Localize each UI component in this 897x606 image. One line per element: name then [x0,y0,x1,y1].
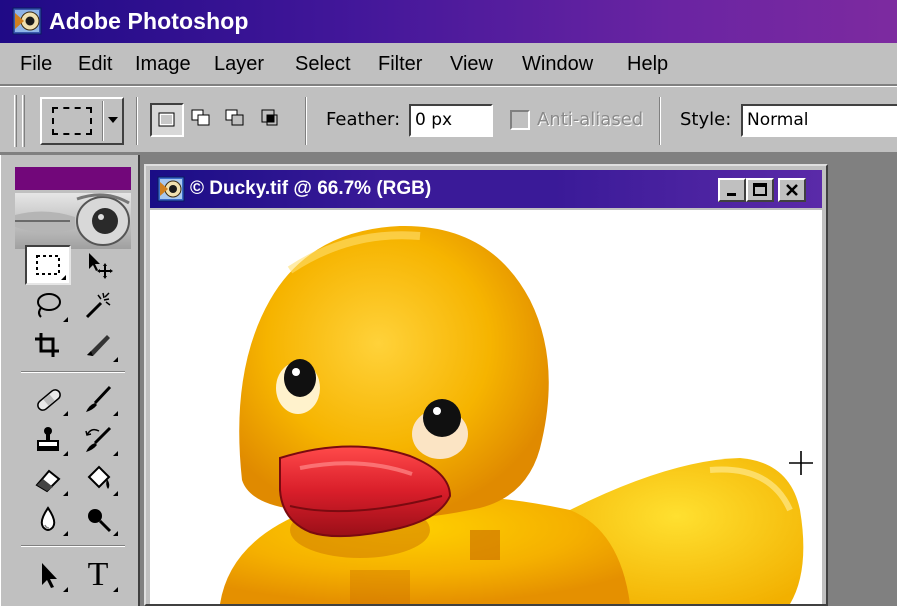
subtract-from-selection-icon [225,109,244,126]
tool-paint-bucket[interactable] [75,459,121,499]
document-icon [157,176,185,202]
tool-crop[interactable] [25,325,71,365]
tool-slice[interactable] [75,325,121,365]
options-bar-grip[interactable] [14,95,17,147]
tool-eraser[interactable] [25,459,71,499]
chevron-down-icon [108,117,118,123]
tool-brush[interactable] [75,379,121,419]
document-canvas[interactable] [150,210,822,604]
menu-window[interactable]: Window [522,49,593,79]
tool-rectangular-marquee[interactable] [25,245,71,285]
style-select[interactable]: Normal [741,104,897,137]
menu-image[interactable]: Image [135,49,191,79]
photoshop-window: Adobe Photoshop File Edit Image Layer Se… [0,0,897,606]
add-to-selection-icon [191,109,210,126]
move-icon [89,253,113,279]
lasso-icon [37,293,61,318]
magic-wand-icon [85,292,111,319]
close-button[interactable] [778,178,806,202]
brush-icon [86,385,112,412]
style-label: Style: [680,109,732,130]
rectangular-marquee-icon [36,255,60,275]
document-window: © Ducky.tif @ 66.7% (RGB) [144,164,828,606]
menu-edit[interactable]: Edit [78,49,112,79]
tool-magic-wand[interactable] [75,285,121,325]
options-separator [659,97,661,145]
tool-lasso[interactable] [25,285,71,325]
options-separator [136,97,138,145]
history-brush-icon [85,426,112,452]
options-bar: Feather: 0 px Anti-aliased Style: Normal [0,86,897,154]
rectangular-marquee-icon [52,107,92,135]
document-titlebar[interactable]: © Ducky.tif @ 66.7% (RGB) [150,170,822,208]
tool-type[interactable]: T [75,555,121,595]
dodge-icon [88,509,112,533]
tool-blur[interactable] [25,499,71,539]
feather-input[interactable]: 0 px [409,104,493,137]
eraser-icon [35,469,61,493]
document-title: © Ducky.tif @ 66.7% (RGB) [190,178,432,199]
new-selection-button[interactable] [150,103,184,137]
tool-path-selection[interactable] [25,555,71,595]
app-title: Adobe Photoshop [49,8,249,34]
workspace-background [832,155,897,606]
menu-select[interactable]: Select [295,49,351,79]
feather-label: Feather: [326,109,401,130]
healing-brush-icon [37,389,61,411]
app-titlebar[interactable]: Adobe Photoshop [0,0,897,43]
ducky-image [220,225,804,604]
toolbox-separator [21,371,125,373]
close-icon [786,184,798,196]
blur-drop-icon [40,506,56,531]
toolbox-titlebar[interactable] [15,167,131,190]
tool-preset-divider [102,101,104,141]
maximize-button[interactable] [746,178,774,202]
options-bar-grip-2[interactable] [22,95,25,147]
clone-stamp-icon [37,427,59,451]
options-separator [305,97,307,145]
paint-bucket-icon [87,465,111,489]
anti-aliased-checkbox[interactable] [510,110,530,130]
maximize-icon [753,183,767,196]
minimize-button[interactable] [718,178,746,202]
menu-layer[interactable]: Layer [214,49,264,79]
add-to-selection-button[interactable] [186,103,220,137]
photoshop-eye-icon[interactable] [12,7,42,35]
minimize-icon [727,193,736,196]
tool-preset-picker[interactable] [40,97,124,145]
photoshop-eye-logo-icon[interactable] [15,193,131,249]
slice-icon [87,335,110,356]
menu-file[interactable]: File [20,49,52,79]
tool-healing-brush[interactable] [25,379,71,419]
new-selection-icon [158,112,175,127]
intersect-selection-button[interactable] [255,103,289,137]
menu-help[interactable]: Help [627,49,668,79]
tool-move[interactable] [75,245,121,285]
tool-clone-stamp[interactable] [25,419,71,459]
menu-filter[interactable]: Filter [378,49,422,79]
crosshair-cursor-icon [789,451,813,475]
menu-bar: File Edit Image Layer Select Filter View… [0,43,897,85]
menu-view[interactable]: View [450,49,493,79]
intersect-selection-icon [261,109,278,126]
anti-aliased-label: Anti-aliased [537,109,644,130]
type-tool-icon: T [87,556,109,593]
tool-dodge[interactable] [75,499,121,539]
tool-history-brush[interactable] [75,419,121,459]
toolbox-separator [21,545,125,547]
toolbox: T [0,155,140,606]
crop-icon [35,333,59,357]
subtract-from-selection-button[interactable] [220,103,254,137]
path-selection-arrow-icon [42,563,57,588]
